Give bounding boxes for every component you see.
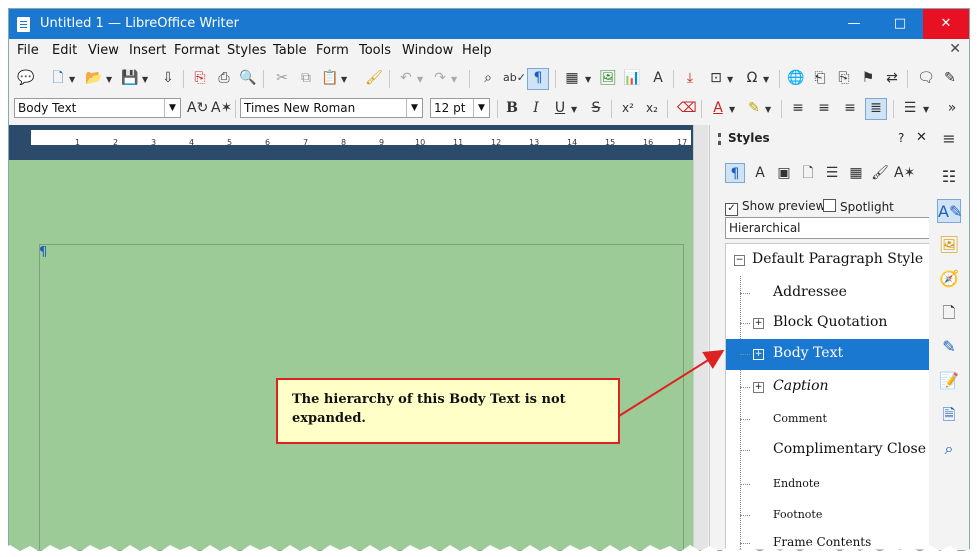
callout-arrow bbox=[618, 349, 725, 417]
torn-edge bbox=[0, 545, 977, 557]
